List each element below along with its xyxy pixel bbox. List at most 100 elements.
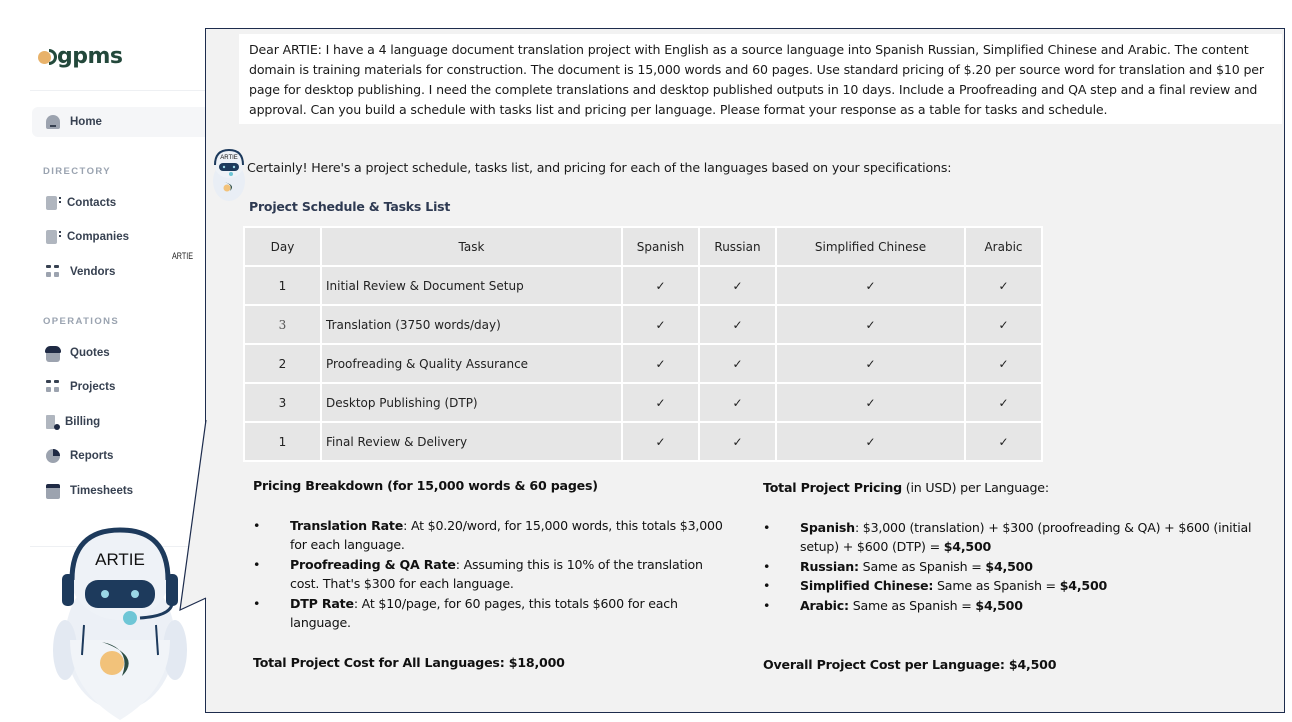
header-task: Task [320, 226, 623, 267]
sidebar-item-contacts[interactable]: Contacts [32, 188, 206, 218]
chat-panel: Dear ARTIE: I have a 4 language document… [205, 28, 1285, 713]
section-label-directory: DIRECTORY [43, 166, 112, 177]
grid-icon [46, 265, 60, 279]
cell-day: 1 [243, 265, 322, 306]
sidebar-item-quotes[interactable]: Quotes [32, 338, 206, 368]
totals-title: Total Project Pricing (in USD) per Langu… [763, 478, 1263, 498]
sidebar-item-reports[interactable]: Reports [32, 441, 206, 471]
sidebar-item-label: Quotes [70, 347, 110, 359]
check-icon: ✓ [698, 265, 777, 306]
language-label: Simplified Chinese: [800, 578, 934, 593]
pricing-title: Pricing Breakdown (for 15,000 words & 60… [253, 478, 598, 493]
language-label: Spanish [800, 519, 855, 535]
sidebar-item-projects[interactable]: Projects [32, 372, 206, 402]
language-label: Russian: [800, 558, 859, 574]
table-row: 3 Desktop Publishing (DTP) ✓ ✓ ✓ ✓ [243, 382, 1043, 423]
billing-icon [46, 415, 60, 430]
table-row: 2 Proofreading & Quality Assurance ✓ ✓ ✓… [243, 343, 1043, 384]
check-icon: ✓ [698, 382, 777, 423]
calendar-icon [46, 484, 60, 499]
contact-card-icon [46, 196, 61, 210]
check-icon: ✓ [775, 343, 966, 384]
sidebar-item-vendors[interactable]: Vendors [32, 257, 206, 287]
language-label: Arabic: [800, 597, 849, 613]
header-arabic: Arabic [964, 226, 1043, 267]
language-total-item: Arabic: Same as Spanish = $4,500 [763, 596, 1263, 616]
check-icon: ✓ [964, 343, 1043, 384]
header-russian: Russian [698, 226, 777, 267]
artie-robot-icon: ARTIE [53, 527, 187, 720]
sidebar-item-home[interactable]: Home [32, 107, 206, 137]
sidebar-item-label: Home [70, 116, 102, 128]
sidebar-item-billing[interactable]: Billing [32, 407, 206, 437]
overall-value: $4,500 [1008, 657, 1057, 672]
language-calc: Same as Spanish = [933, 578, 1060, 593]
language-calc: Same as Spanish = [848, 597, 976, 613]
cell-task: Proofreading & Quality Assurance [320, 343, 623, 384]
company-card-icon [46, 230, 61, 244]
overall-label: Overall Project Cost per Language: [763, 657, 1009, 672]
check-icon: ✓ [964, 382, 1043, 423]
cell-task: Translation (3750 words/day) [320, 304, 623, 345]
sidebar-item-label: Reports [70, 450, 114, 462]
check-icon: ✓ [775, 421, 966, 462]
check-icon: ✓ [964, 265, 1043, 306]
header-day: Day [243, 226, 322, 267]
check-icon: ✓ [964, 304, 1043, 345]
table-row: 1 Initial Review & Document Setup ✓ ✓ ✓ … [243, 265, 1043, 306]
cell-task: Initial Review & Document Setup [320, 265, 623, 306]
per-language-pricing: Total Project Pricing (in USD) per Langu… [763, 478, 1263, 675]
pricing-item: DTP Rate: At $10/page, for 60 pages, thi… [253, 594, 733, 633]
sidebar-item-label: Vendors [70, 266, 116, 278]
sidebar-item-timesheets[interactable]: Timesheets [32, 476, 206, 506]
total-value: $18,000 [508, 654, 565, 670]
check-icon: ✓ [698, 304, 777, 345]
table-row: 3 Translation (3750 words/day) ✓ ✓ ✓ ✓ [243, 304, 1043, 345]
logo-text: gpms [57, 44, 123, 69]
cell-task: Final Review & Delivery [320, 421, 623, 462]
user-message: Dear ARTIE: I have a 4 language document… [239, 34, 1282, 124]
check-icon: ✓ [621, 265, 700, 306]
table-header-row: Day Task Spanish Russian Simplified Chin… [243, 226, 1043, 267]
header-spanish: Spanish [621, 226, 700, 267]
home-icon [46, 115, 60, 129]
pricing-item: Proofreading & QA Rate: Assuming this is… [253, 555, 733, 594]
language-total-item: Simplified Chinese: Same as Spanish = $4… [763, 576, 1263, 596]
sidebar-item-label: Billing [65, 416, 101, 428]
pricing-item-label: Proofreading & QA Rate [290, 556, 456, 572]
divider [30, 90, 206, 91]
pie-chart-icon [46, 449, 60, 463]
sidebar-item-companies[interactable]: Companies [32, 222, 206, 252]
language-total: $4,500 [985, 558, 1033, 574]
check-icon: ✓ [775, 265, 966, 306]
check-icon: ✓ [698, 421, 777, 462]
briefcase-icon [45, 346, 61, 362]
gpms-logo[interactable]: gpms [38, 46, 123, 68]
language-total: $4,500 [975, 597, 1023, 613]
header-simplified-chinese: Simplified Chinese [775, 226, 966, 267]
cell-task: Desktop Publishing (DTP) [320, 382, 623, 423]
totals-title-bold: Total Project Pricing [763, 480, 902, 495]
artie-avatar-icon: ARTIE [213, 148, 245, 201]
check-icon: ✓ [621, 382, 700, 423]
overall-cost-per-language: Overall Project Cost per Language: $4,50… [763, 655, 1263, 675]
language-calc: : $3,000 (translation) + $300 (proofread… [800, 519, 1252, 555]
sidebar-item-label: Timesheets [70, 485, 134, 497]
ai-intro-text: Certainly! Here's a project schedule, ta… [247, 160, 952, 175]
language-total-item: Spanish: $3,000 (translation) + $300 (pr… [763, 518, 1263, 557]
check-icon: ✓ [698, 343, 777, 384]
totals-title-rest: (in USD) per Language: [901, 480, 1049, 495]
sidebar-item-label: Contacts [67, 197, 117, 209]
check-icon: ✓ [775, 304, 966, 345]
section-label-operations: OPERATIONS [43, 316, 120, 327]
pricing-breakdown: Pricing Breakdown (for 15,000 words & 60… [253, 476, 733, 672]
schedule-table: Day Task Spanish Russian Simplified Chin… [243, 226, 1043, 462]
language-total: $4,500 [1059, 578, 1108, 593]
pricing-item-label: DTP Rate [290, 595, 354, 611]
pricing-item-label: Translation Rate [290, 517, 404, 533]
grid-icon [46, 380, 60, 394]
language-total-item: Russian: Same as Spanish = $4,500 [763, 557, 1263, 577]
cell-day: 3 [243, 382, 322, 423]
logo-arc-icon [49, 49, 57, 65]
language-calc: Same as Spanish = [858, 558, 986, 574]
